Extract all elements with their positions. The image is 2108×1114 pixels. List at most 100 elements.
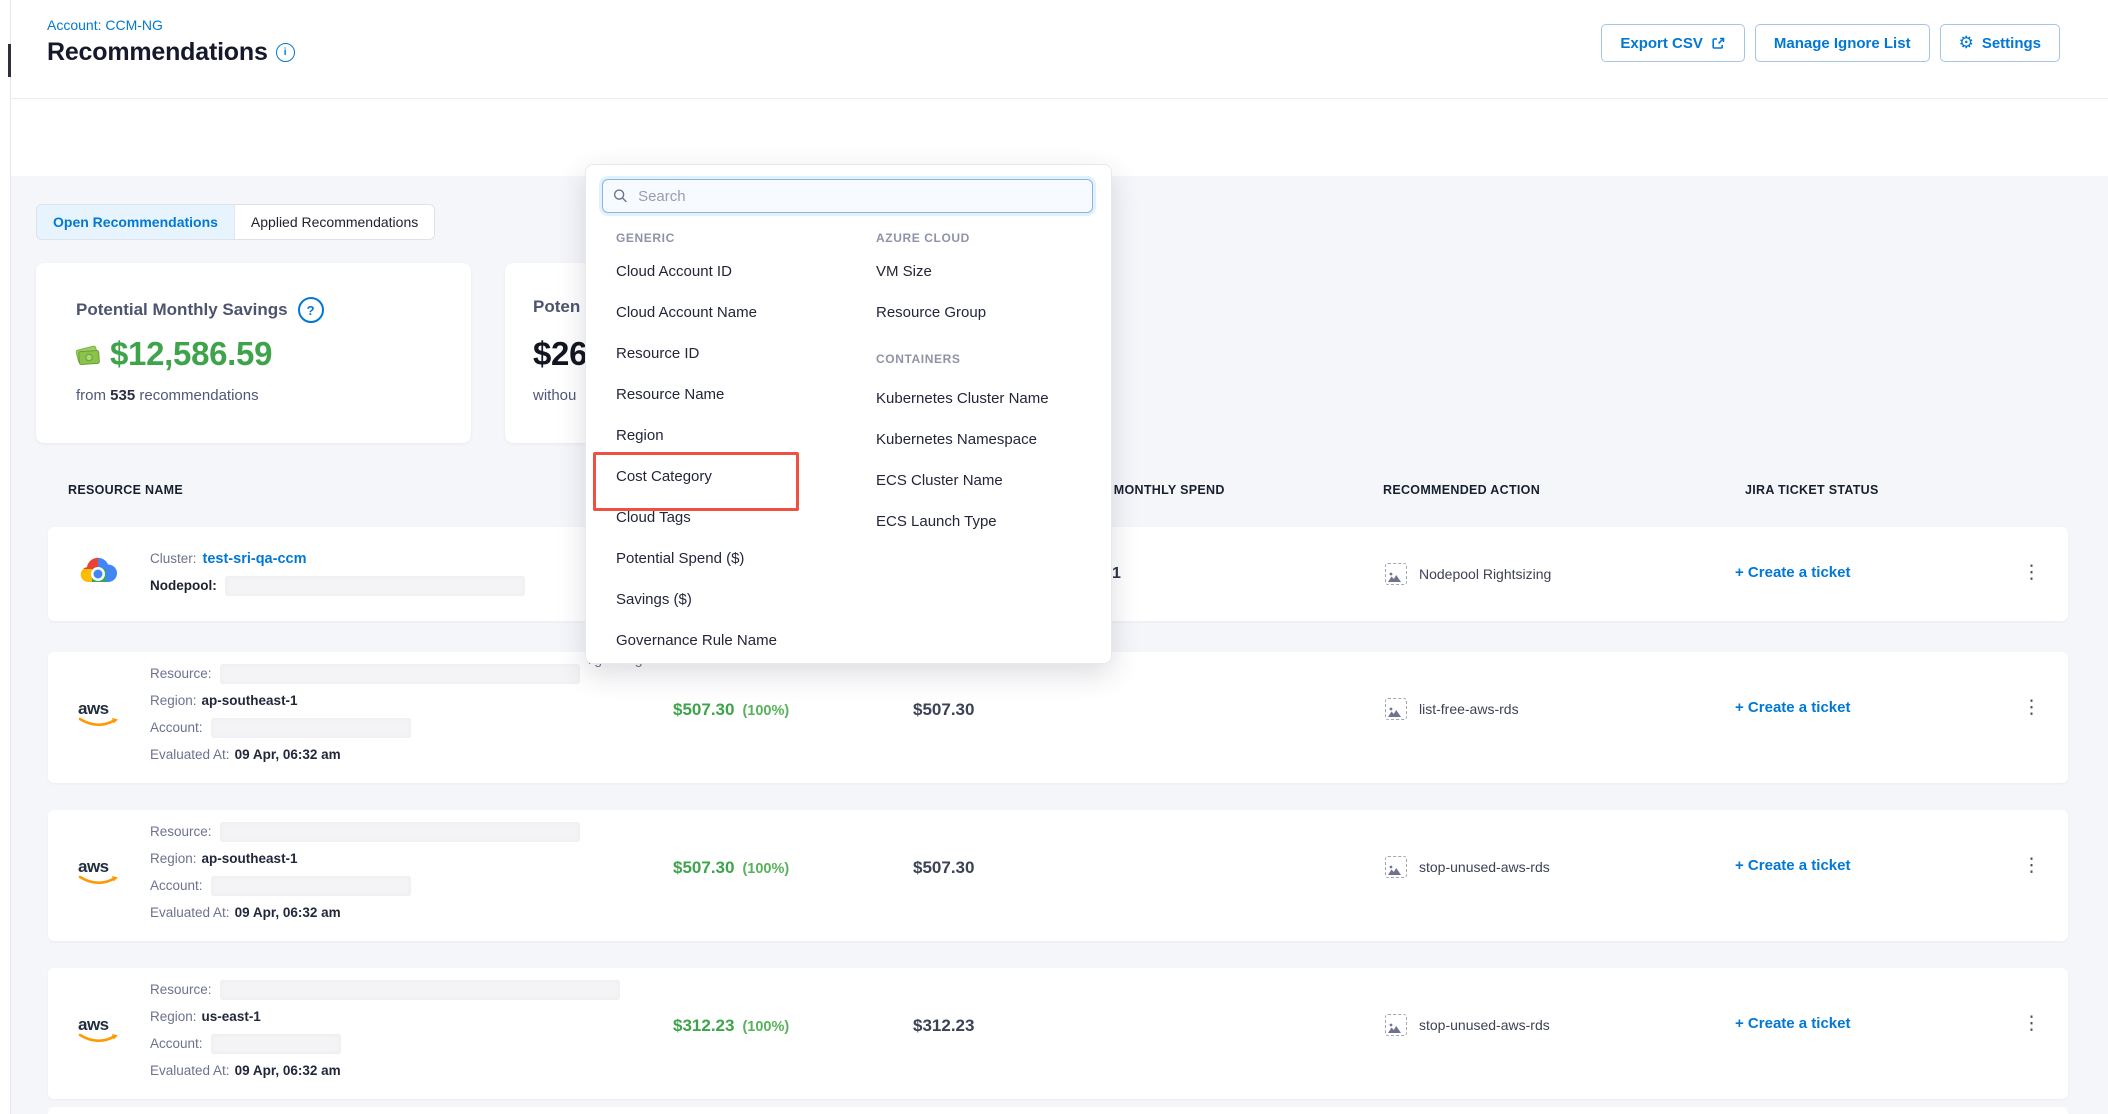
cluster-link[interactable]: test-sri-qa-ccm — [203, 551, 307, 567]
left-nav-edge — [0, 0, 10, 1114]
info-icon[interactable]: i — [276, 43, 295, 62]
export-csv-button[interactable]: Export CSV — [1601, 24, 1745, 62]
table-row[interactable]: aws Resource: Region:ap-southeast-1 Acco… — [48, 652, 2068, 783]
column-header-recommended-action[interactable]: RECOMMENDED ACTION — [1383, 483, 1540, 497]
row-menu-icon[interactable]: ⋮ — [2022, 856, 2041, 875]
menu-item-cloud-account-id[interactable]: Cloud Account ID — [616, 263, 732, 280]
money-icon — [74, 341, 102, 368]
card-title-partial: Poten — [533, 297, 580, 317]
card-sub-partial: withou — [533, 387, 576, 404]
redacted-value — [211, 876, 411, 896]
card-title-text: Potential Monthly Savings — [76, 300, 288, 320]
settings-button[interactable]: ⚙ Settings — [1940, 24, 2060, 62]
table-row[interactable]: aws Resource: Region:ap-southeast-1 Acco… — [48, 810, 2068, 941]
recommended-action-cell: stop-unused-aws-rds — [1385, 1014, 1550, 1036]
tab-open-recommendations[interactable]: Open Recommendations — [37, 205, 234, 239]
savings-cell: $507.30(100%) — [673, 700, 789, 720]
region-value: ap-southeast-1 — [202, 851, 298, 866]
menu-item-kubernetes-namespace[interactable]: Kubernetes Namespace — [876, 431, 1037, 448]
page-title-wrap: Recommendations i — [47, 38, 295, 67]
gear-icon: ⚙ — [1959, 33, 1974, 53]
account-label: Account: — [150, 720, 203, 735]
account-label: Account: — [150, 878, 203, 893]
resource-info: Resource: Region: ap-southeast-1 Account:… — [150, 660, 580, 768]
redacted-value — [211, 1034, 341, 1054]
menu-item-kubernetes-cluster-name[interactable]: Kubernetes Cluster Name — [876, 390, 1049, 407]
search-icon — [613, 188, 628, 204]
add-filter-dropdown: GENERIC Cloud Account ID Cloud Account N… — [585, 164, 1112, 664]
menu-item-cloud-tags[interactable]: Cloud Tags — [616, 509, 691, 526]
card-title: Potential Monthly Savings ? — [76, 297, 324, 323]
savings-sub-suffix: recommendations — [139, 387, 258, 404]
create-ticket-button[interactable]: + Create a ticket — [1735, 857, 1850, 874]
aws-icon: aws — [78, 1016, 122, 1045]
savings-cell: $312.23(100%) — [673, 1016, 789, 1036]
savings-sub-count: 535 — [110, 387, 135, 404]
resource-label: Resource: — [150, 666, 212, 681]
row-menu-icon[interactable]: ⋮ — [2022, 698, 2041, 717]
recommended-action-cell: list-free-aws-rds — [1385, 698, 1519, 720]
external-link-icon — [1711, 36, 1726, 51]
nodepool-label: Nodepool: — [150, 578, 217, 593]
potential-monthly-savings-card: Potential Monthly Savings ? $12,586.59 f… — [36, 263, 471, 443]
breadcrumb[interactable]: Account: CCM-NG — [47, 17, 163, 33]
redacted-value — [220, 822, 580, 842]
settings-label: Settings — [1982, 35, 2041, 52]
manage-ignore-list-button[interactable]: Manage Ignore List — [1755, 24, 1930, 62]
resource-info: Resource: Region:us-east-1 Account: Eval… — [150, 976, 620, 1084]
region-label: Region: — [150, 693, 197, 708]
region-value: us-east-1 — [202, 1009, 261, 1024]
recommendations-page: Account: CCM-NG Recommendations i Export… — [0, 0, 2108, 1114]
evaluated-label: Evaluated At: — [150, 1063, 230, 1078]
savings-percent: (100%) — [742, 1019, 789, 1035]
menu-item-ecs-cluster-name[interactable]: ECS Cluster Name — [876, 472, 1003, 489]
region-label: Region: — [150, 1009, 197, 1024]
highlight-box-cost-category — [593, 452, 799, 511]
menu-item-resource-group[interactable]: Resource Group — [876, 304, 986, 321]
table-row-partial — [48, 1107, 2068, 1114]
tab-applied-recommendations[interactable]: Applied Recommendations — [234, 205, 434, 239]
create-ticket-button[interactable]: + Create a ticket — [1735, 699, 1850, 716]
section-label-generic: GENERIC — [616, 231, 675, 245]
redacted-value — [211, 718, 411, 738]
cluster-line: Cluster: test-sri-qa-ccm — [150, 545, 525, 572]
redacted-value — [220, 980, 620, 1000]
menu-item-ecs-launch-type[interactable]: ECS Launch Type — [876, 513, 997, 530]
export-csv-label: Export CSV — [1620, 35, 1703, 52]
menu-item-region[interactable]: Region — [616, 427, 664, 444]
menu-item-vm-size[interactable]: VM Size — [876, 263, 932, 280]
help-icon[interactable]: ? — [298, 297, 324, 323]
nodepool-line: Nodepool: — [150, 572, 525, 599]
menu-item-governance-rule-name[interactable]: Governance Rule Name — [616, 632, 777, 649]
search-input[interactable] — [636, 187, 1082, 206]
create-ticket-button[interactable]: + Create a ticket — [1735, 1015, 1850, 1032]
redacted-value — [225, 576, 525, 596]
action-label: Nodepool Rightsizing — [1419, 566, 1551, 582]
row-menu-icon[interactable]: ⋮ — [2022, 1014, 2041, 1033]
resource-label: Resource: — [150, 982, 212, 997]
savings-subtext: from 535 recommendations — [76, 387, 259, 404]
dropdown-search[interactable] — [602, 179, 1093, 213]
menu-item-potential-spend[interactable]: Potential Spend ($) — [616, 550, 744, 567]
create-ticket-button[interactable]: + Create a ticket — [1735, 564, 1850, 581]
evaluated-label: Evaluated At: — [150, 905, 230, 920]
column-header-monthly-spend-partial[interactable]: AL MONTHLY SPEND — [1093, 483, 1225, 497]
table-row[interactable]: aws Resource: Region:us-east-1 Account: … — [48, 968, 2068, 1099]
menu-item-savings[interactable]: Savings ($) — [616, 591, 692, 608]
row-menu-icon[interactable]: ⋮ — [2022, 563, 2041, 582]
region-value: ap-southeast-1 — [202, 693, 298, 708]
action-image-icon — [1385, 1014, 1407, 1036]
evaluated-value: 09 Apr, 06:32 am — [235, 1063, 341, 1078]
menu-item-resource-id[interactable]: Resource ID — [616, 345, 699, 362]
action-image-icon — [1385, 563, 1407, 585]
action-label: list-free-aws-rds — [1419, 701, 1519, 717]
aws-wordmark: aws — [78, 1016, 122, 1033]
aws-wordmark: aws — [78, 858, 122, 875]
menu-item-resource-name[interactable]: Resource Name — [616, 386, 724, 403]
section-label-containers: CONTAINERS — [876, 352, 960, 366]
menu-item-cloud-account-name[interactable]: Cloud Account Name — [616, 304, 757, 321]
column-header-jira-ticket-status[interactable]: JIRA TICKET STATUS — [1745, 483, 1879, 497]
evaluated-label: Evaluated At: — [150, 747, 230, 762]
column-header-resource-name[interactable]: RESOURCE NAME — [68, 483, 183, 497]
resource-label: Resource: — [150, 824, 212, 839]
